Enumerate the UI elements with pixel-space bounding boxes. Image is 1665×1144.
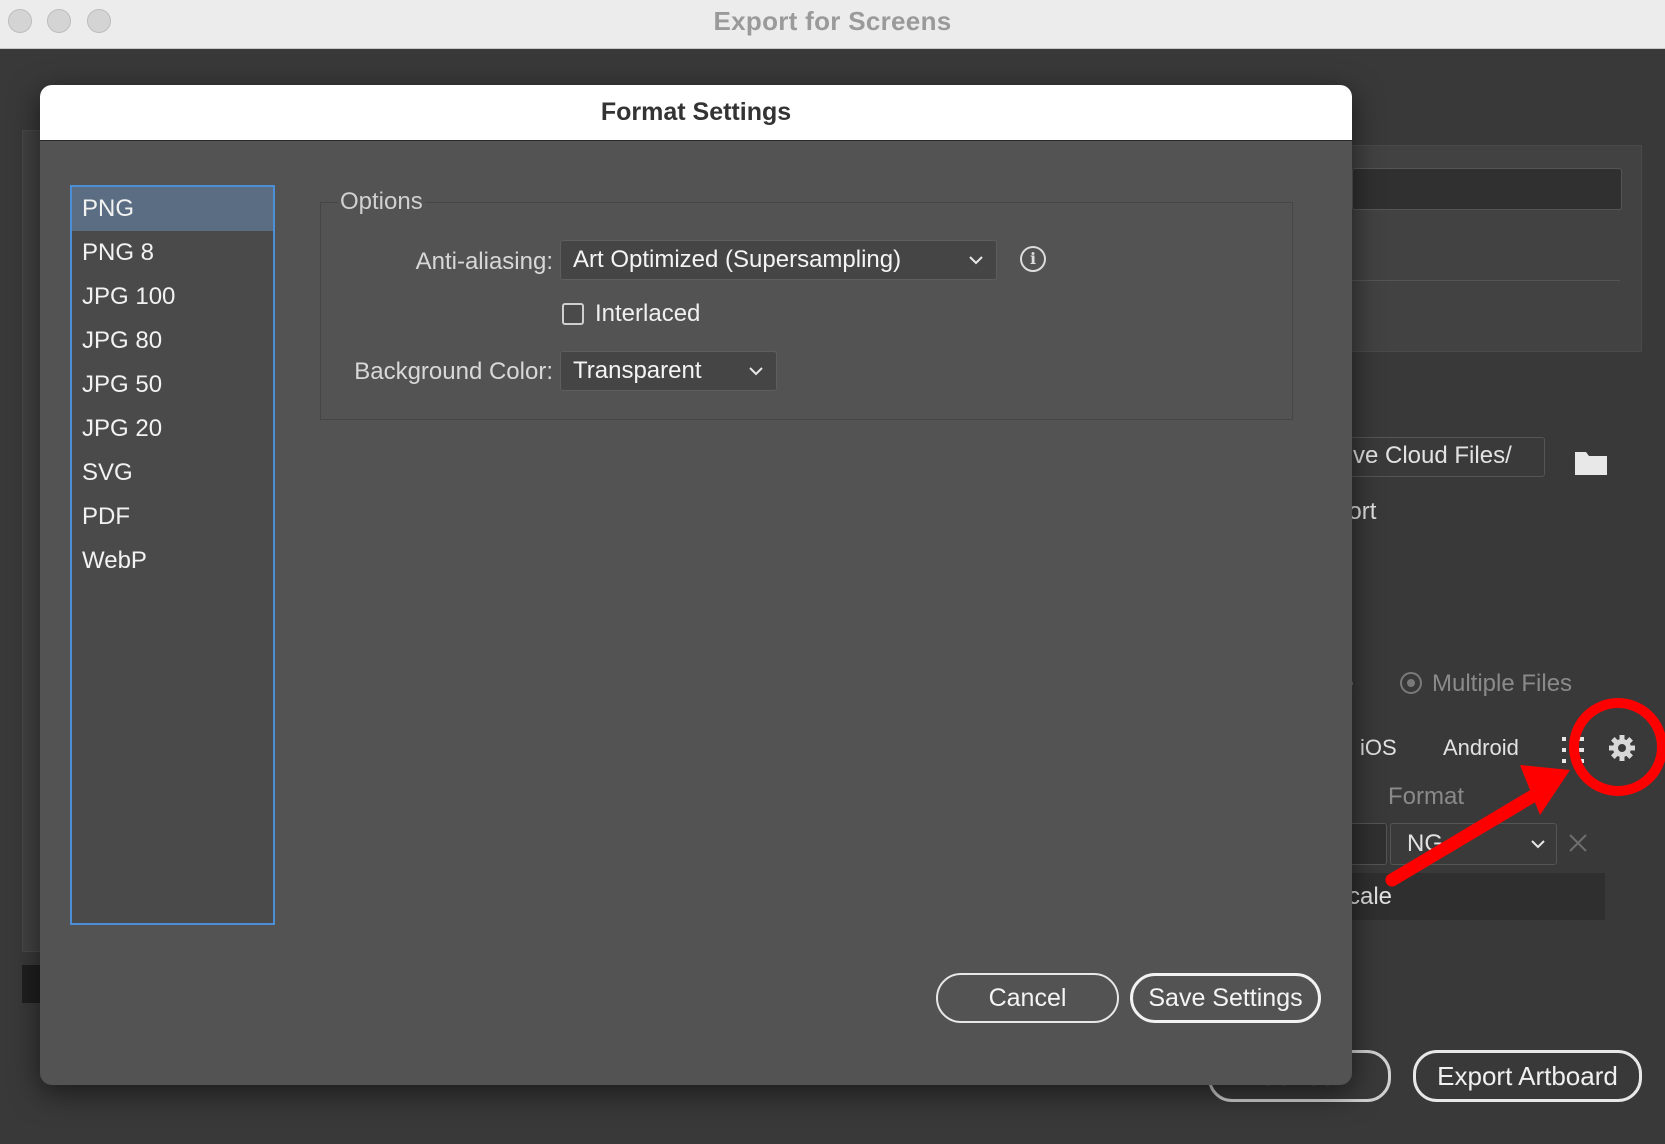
multiple-files-label: Multiple Files xyxy=(1432,670,1573,697)
anti-aliasing-dropdown[interactable]: Art Optimized (Supersampling) xyxy=(560,240,997,280)
anti-aliasing-value: Art Optimized (Supersampling) xyxy=(573,246,902,273)
preset-android-button[interactable]: Android xyxy=(1443,735,1519,761)
add-scale-label: cale xyxy=(1348,883,1393,910)
format-item-png[interactable]: PNG xyxy=(72,187,273,231)
chevron-down-icon xyxy=(969,256,983,265)
format-item-jpg20[interactable]: JPG 20 xyxy=(72,407,273,451)
background-icon xyxy=(22,965,40,1003)
format-item-pdf[interactable]: PDF xyxy=(72,495,273,539)
format-item-jpg100[interactable]: JPG 100 xyxy=(72,275,273,319)
background-color-value: Transparent xyxy=(573,357,702,384)
format-item-webp[interactable]: WebP xyxy=(72,539,273,583)
multiple-files-radio[interactable] xyxy=(1400,672,1422,694)
window-titlebar: Export for Screens xyxy=(0,0,1665,49)
gear-icon[interactable] xyxy=(1607,733,1637,768)
dialog-title: Format Settings xyxy=(40,85,1352,141)
anti-aliasing-label: Anti-aliasing: xyxy=(415,248,553,275)
info-icon[interactable]: i xyxy=(1020,246,1046,272)
chevron-down-icon xyxy=(749,367,763,376)
options-group xyxy=(320,202,1293,420)
format-list[interactable]: PNG PNG 8 JPG 100 JPG 80 JPG 50 JPG 20 S… xyxy=(70,185,275,925)
window-title: Export for Screens xyxy=(713,6,952,36)
format-item-jpg80[interactable]: JPG 80 xyxy=(72,319,273,363)
folder-icon[interactable] xyxy=(1574,448,1608,481)
remove-icon[interactable] xyxy=(1567,832,1589,859)
preset-ios-button[interactable]: iOS xyxy=(1360,735,1397,761)
add-scale-button[interactable]: cale xyxy=(1340,873,1605,920)
save-settings-button[interactable]: Save Settings xyxy=(1130,973,1321,1023)
interlaced-checkbox[interactable] xyxy=(562,303,584,325)
annotation-arrow-head xyxy=(1520,765,1570,815)
cancel-button[interactable]: Cancel xyxy=(936,973,1119,1023)
background-divider xyxy=(1352,280,1620,281)
background-path-field[interactable] xyxy=(1352,168,1622,210)
options-legend: Options xyxy=(338,188,425,216)
interlaced-label: Interlaced xyxy=(595,300,701,327)
format-dropdown[interactable]: NG xyxy=(1390,823,1557,865)
format-item-svg[interactable]: SVG xyxy=(72,451,273,495)
format-column-header: Format xyxy=(1388,783,1465,810)
background-color-label: Background Color: xyxy=(354,358,553,385)
export-artboard-button[interactable]: Export Artboard xyxy=(1413,1050,1642,1102)
chevron-down-icon xyxy=(1531,840,1545,849)
format-settings-dialog: Format Settings PNG PNG 8 JPG 100 JPG 80… xyxy=(40,85,1352,1085)
format-item-jpg50[interactable]: JPG 50 xyxy=(72,363,273,407)
list-icon[interactable] xyxy=(1560,735,1586,770)
format-dropdown-value: NG xyxy=(1407,830,1443,857)
export-path-text: tive Cloud Files/ xyxy=(1341,442,1512,469)
format-item-png8[interactable]: PNG 8 xyxy=(72,231,273,275)
background-color-dropdown[interactable]: Transparent xyxy=(560,351,777,391)
export-path-field[interactable]: tive Cloud Files/ xyxy=(1330,437,1545,477)
